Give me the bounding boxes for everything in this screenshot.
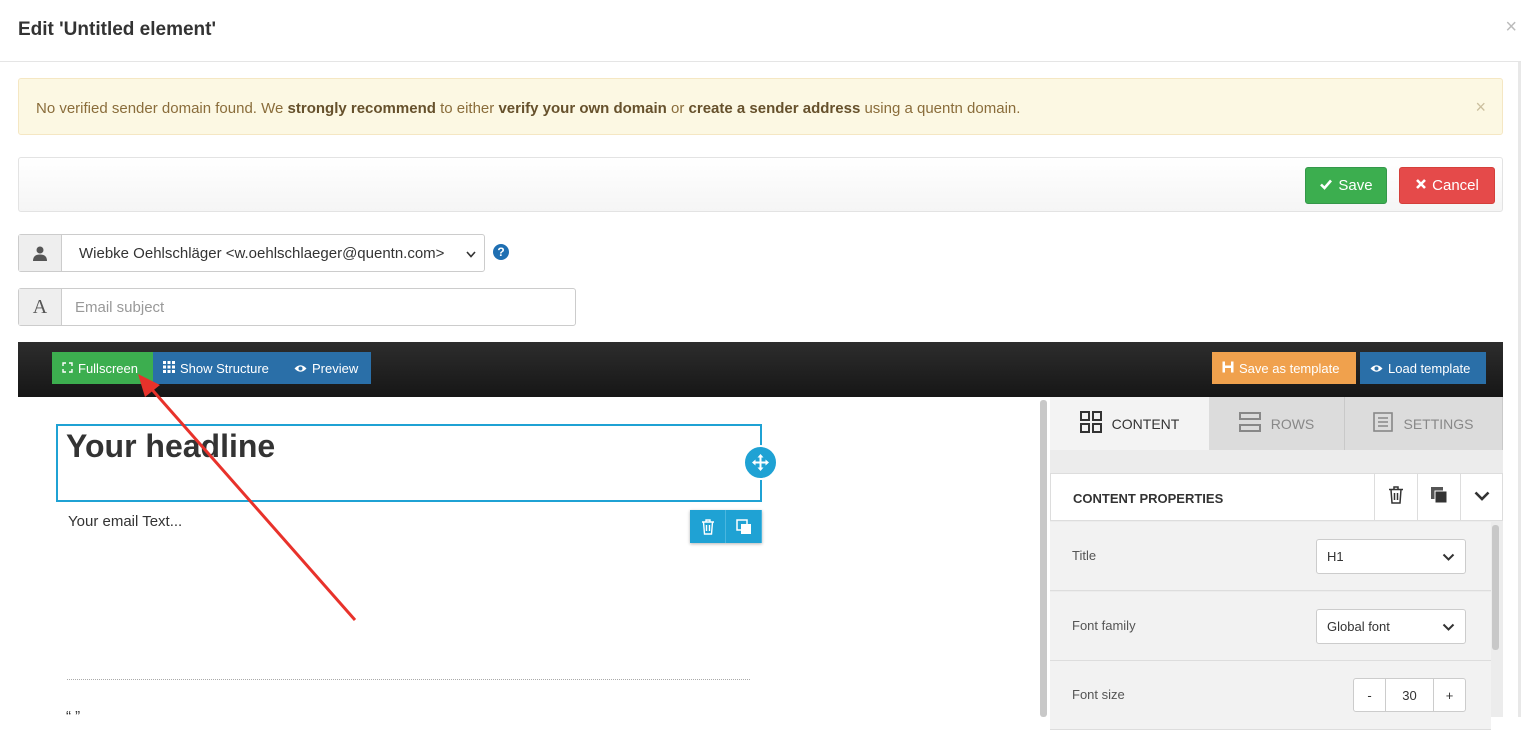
show-structure-button[interactable]: Show Structure [153,352,284,384]
move-icon[interactable] [743,445,778,480]
grid-icon [1079,411,1102,436]
alert-close-button[interactable]: × [1475,97,1486,118]
user-icon [19,235,62,271]
floppy-icon [1222,361,1234,376]
canvas-scrollbar[interactable] [1040,400,1047,717]
side-panel: CONTENT ROWS SETTINGS CONTENT PROPERTIES [1050,397,1503,730]
trash-icon [1388,485,1404,509]
check-icon [1319,177,1333,195]
modal-title: Edit 'Untitled element' [18,19,216,40]
help-icon[interactable]: ? [493,244,509,260]
alert-strong-recommend: strongly recommend [287,100,436,117]
title-label: Title [1072,548,1097,563]
action-toolbar: Save Cancel [18,157,1503,212]
tab-rows-label: ROWS [1270,415,1315,432]
duplicate-icon [1430,486,1448,509]
grid-icon [163,360,175,376]
chevron-down-icon [1442,549,1455,564]
duplicate-icon[interactable] [726,510,762,543]
editor-toolbar: Fullscreen Show Structure Preview Save a… [18,342,1503,397]
content-properties-title: CONTENT PROPERTIES [1073,491,1224,506]
fullscreen-label: Fullscreen [78,360,138,376]
font-icon: A [19,289,62,325]
font-family-select-value: Global font [1327,619,1390,634]
footer-divider [67,679,750,680]
edit-modal: Edit 'Untitled element' × No verified se… [0,0,1521,730]
alert-strong-verify: verify your own domain [498,100,667,117]
font-size-property-row: Font size - 30 + [1050,661,1491,730]
tab-content-label: CONTENT [1111,415,1180,432]
sender-select-value: Wiebke Oehlschläger <w.oehlschlaeger@que… [79,244,445,262]
properties-scrollbar[interactable] [1492,525,1499,650]
delete-block-button[interactable] [1374,474,1417,520]
font-family-property-row: Font family Global font [1050,592,1491,661]
save-button-label: Save [1338,177,1373,194]
font-family-label: Font family [1072,618,1136,633]
alert-strong-create: create a sender address [688,100,861,117]
email-body-text[interactable]: Your email Text... [68,513,182,530]
font-family-select[interactable]: Global font [1316,609,1466,644]
show-structure-label: Show Structure [180,360,269,376]
font-size-label: Font size [1072,687,1125,702]
x-icon [1415,177,1427,194]
tab-rows[interactable]: ROWS [1209,397,1345,450]
tab-settings[interactable]: SETTINGS [1345,397,1503,450]
rows-icon [1238,412,1261,435]
title-select-value: H1 [1327,549,1344,564]
font-size-increase-button[interactable]: + [1434,679,1465,711]
save-as-template-label: Save as template [1239,360,1340,376]
email-subject-input[interactable]: Email subject [62,289,575,325]
chevron-down-icon [1442,619,1455,634]
warning-alert: No verified sender domain found. We stro… [18,78,1503,135]
fullscreen-button[interactable]: Fullscreen [52,352,153,384]
modal-close-button[interactable]: × [1505,16,1517,39]
expand-icon [62,361,73,376]
sender-field: Wiebke Oehlschläger <w.oehlschlaeger@que… [18,234,485,272]
eye-icon [1370,361,1383,376]
duplicate-block-button[interactable] [1417,474,1460,520]
modal-header: Edit 'Untitled element' × [0,0,1521,62]
sender-select[interactable]: Wiebke Oehlschläger <w.oehlschlaeger@que… [62,235,484,271]
alert-message: No verified sender domain found. We stro… [36,100,1021,117]
cancel-button[interactable]: Cancel [1399,167,1495,204]
headline-text[interactable]: Your headline [66,428,275,465]
load-template-label: Load template [1388,360,1471,376]
subject-field: A Email subject [18,288,576,326]
block-actions [690,510,762,543]
save-as-template-button[interactable]: Save as template [1212,352,1356,384]
save-button[interactable]: Save [1305,167,1387,204]
headline-block[interactable]: Your headline [56,424,762,502]
font-size-value[interactable]: 30 [1385,679,1434,711]
load-template-button[interactable]: Load template [1360,352,1486,384]
tab-content[interactable]: CONTENT [1050,397,1209,450]
title-select[interactable]: H1 [1316,539,1466,574]
font-size-stepper: - 30 + [1353,678,1466,712]
preview-label: Preview [312,360,359,376]
collapse-button[interactable] [1460,474,1503,520]
chevron-down-icon [466,245,476,262]
eye-icon [294,361,307,376]
content-properties-header: CONTENT PROPERTIES [1050,473,1503,521]
cancel-button-label: Cancel [1432,177,1479,194]
preview-button[interactable]: Preview [284,352,371,384]
font-size-decrease-button[interactable]: - [1354,679,1385,711]
chevron-down-icon [1474,488,1490,506]
title-property-row: Title H1 [1050,522,1491,591]
trash-icon[interactable] [690,510,726,543]
settings-icon [1373,412,1394,435]
tab-settings-label: SETTINGS [1403,415,1474,432]
